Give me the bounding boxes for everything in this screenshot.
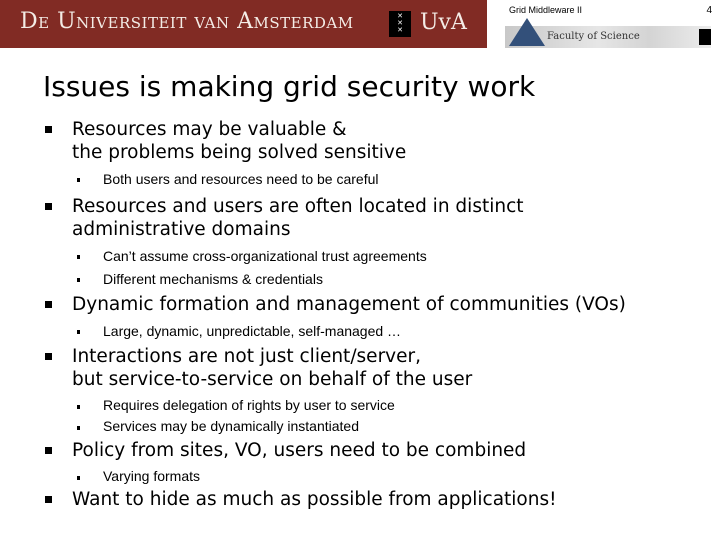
bullet-item: Dynamic formation and management of comm… [43,293,713,316]
bullet-group: Interactions are not just client/server,… [43,345,713,437]
bullet-group: Dynamic formation and management of comm… [43,293,713,343]
sub-bullet-item: Services may be dynamically instantiated [43,416,713,437]
sub-bullet-item: Both users and resources need to be care… [43,168,713,191]
bullet-item: Resources and users are often located in… [43,195,713,241]
slide-title: Issues is making grid security work [43,70,536,103]
small-bullet-icon [77,476,80,480]
sub-bullet-item: Can’t assume cross-organizational trust … [43,245,713,268]
bullet-item: Policy from sites, VO, users need to be … [43,439,713,462]
small-bullet-icon [77,405,80,409]
sub-bullet-item: Large, dynamic, unpredictable, self-mana… [43,320,713,343]
sub-bullet-item: Requires delegation of rights by user to… [43,395,713,416]
square-bullet-icon [45,447,52,454]
uva-crest-icon: ✕ ✕ ✕ [389,11,411,37]
bullet-item: Want to hide as much as possible from ap… [43,488,713,511]
page-number: 4 [706,5,712,16]
bullet-group: Want to hide as much as possible from ap… [43,488,713,511]
bullet-group: Policy from sites, VO, users need to be … [43,439,713,486]
faculty-name: Faculty of Science [547,31,640,42]
university-banner: De Universiteit van Amsterdam ✕ ✕ ✕ UvA [0,0,487,48]
pyramid-logo-icon [509,18,545,46]
bullet-group: Resources may be valuable & the problems … [43,118,713,191]
square-bullet-icon [45,496,52,503]
course-title: Grid Middleware II [509,5,583,15]
small-bullet-icon [77,426,80,430]
small-bullet-icon [77,255,80,259]
small-bullet-icon [77,278,80,282]
faculty-crest-icon [699,29,711,45]
sub-bullet-item: Varying formats [43,466,713,486]
small-bullet-icon [77,178,80,182]
square-bullet-icon [45,203,52,210]
sub-bullet-item: Different mechanisms & credentials [43,268,713,291]
bullet-item: Resources may be valuable & the problems … [43,118,713,164]
uva-logo-text: UvA [420,10,467,35]
square-bullet-icon [45,301,52,308]
small-bullet-icon [77,330,80,334]
slide-content: Resources may be valuable & the problems … [43,118,713,515]
square-bullet-icon [45,353,52,360]
bullet-group: Resources and users are often located in… [43,195,713,291]
university-name: De Universiteit van Amsterdam [20,9,354,34]
bullet-item: Interactions are not just client/server,… [43,345,713,391]
faculty-banner: Faculty of Science [505,18,711,48]
square-bullet-icon [45,126,52,133]
